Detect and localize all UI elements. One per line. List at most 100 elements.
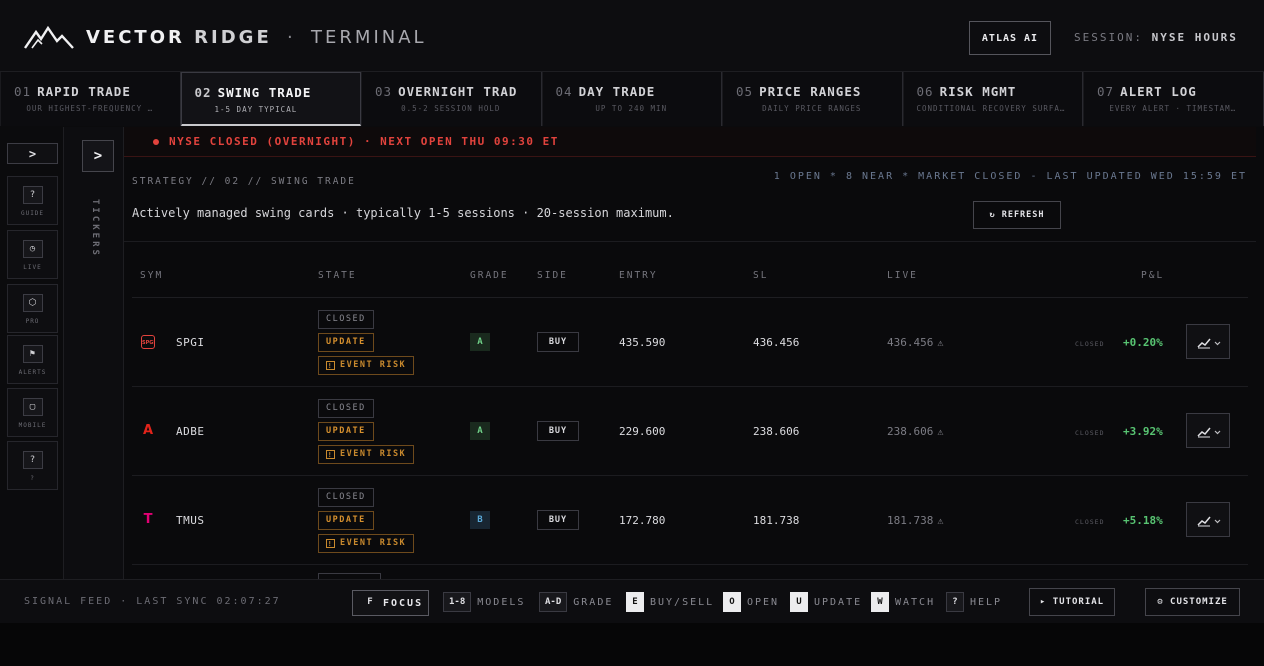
tab-label: RAPID TRADE bbox=[37, 84, 131, 99]
tab-swing-trade[interactable]: 02 SWING TRADE 1-5 DAY TYPICAL bbox=[180, 72, 361, 126]
col-state: STATE bbox=[318, 270, 357, 281]
refresh-label: REFRESH bbox=[1001, 210, 1045, 220]
market-status-banner: NYSE CLOSED (OVERNIGHT) · NEXT OPEN THU … bbox=[124, 127, 1256, 157]
tab-number: 04 bbox=[555, 84, 573, 99]
shortcut-label: WATCH bbox=[895, 596, 936, 608]
row-chart-button[interactable] bbox=[1186, 413, 1230, 448]
brand-separator: · bbox=[287, 27, 296, 48]
shortcut-watch[interactable]: W WATCH bbox=[871, 590, 935, 614]
shortcut-grade[interactable]: A-D GRADE bbox=[539, 590, 613, 614]
brand-title: VECTOR RIDGE · TERMINAL bbox=[86, 27, 427, 48]
row-side: BUY bbox=[537, 421, 579, 441]
tab-rapid-trade[interactable]: 01 RAPID TRADE OUR HIGHEST-FREQUENCY … bbox=[0, 72, 181, 126]
shortcut-help[interactable]: ? HELP bbox=[946, 590, 1002, 614]
warning-icon: ⚠ bbox=[937, 516, 944, 527]
row-state: CLOSED UPDATE ! EVENT RISK bbox=[318, 310, 415, 379]
warning-icon: ⚠ bbox=[937, 338, 944, 349]
brand-word-3: TERMINAL bbox=[311, 27, 427, 48]
col-sym: SYM bbox=[140, 270, 164, 281]
row-state: CLOSED UPDATE ! EVENT RISK bbox=[318, 488, 415, 557]
tab-label: ALERT LOG bbox=[1120, 84, 1197, 99]
shortcut-label: BUY/SELL bbox=[650, 596, 715, 608]
shortcut-open[interactable]: O OPEN bbox=[723, 590, 779, 614]
focus-label: FOCUS bbox=[383, 597, 424, 609]
state-closed-badge: CLOSED bbox=[318, 399, 374, 418]
live-value: 238.606 bbox=[887, 425, 934, 438]
market-status-text: NYSE CLOSED (OVERNIGHT) · NEXT OPEN THU … bbox=[169, 135, 559, 148]
question-icon: ? bbox=[22, 451, 43, 469]
row-chart-button[interactable] bbox=[1186, 324, 1230, 359]
row-pl-status: CLOSED bbox=[1075, 340, 1105, 348]
rail-item-live[interactable]: ◷ LIVE bbox=[7, 230, 58, 279]
tab-number: 01 bbox=[14, 84, 32, 99]
tab-subtitle: 0.5-2 SESSION HOLD bbox=[401, 104, 501, 113]
row-grade: A bbox=[470, 333, 490, 351]
rail-item-mobile[interactable]: ▢ MOBILE bbox=[7, 388, 58, 437]
flag-icon: ⚑ bbox=[22, 345, 43, 363]
shortcut-buy-sell[interactable]: E BUY/SELL bbox=[626, 590, 714, 614]
event-risk-label: EVENT RISK bbox=[340, 360, 407, 370]
tab-overnight-trade[interactable]: 03 OVERNIGHT TRAD 0.5-2 SESSION HOLD bbox=[361, 72, 542, 126]
rail-item-help[interactable]: ? ? bbox=[7, 441, 58, 490]
tab-subtitle: OUR HIGHEST-FREQUENCY … bbox=[26, 104, 154, 113]
row-symbol: ADBE bbox=[176, 425, 205, 438]
exclamation-icon: ! bbox=[326, 361, 335, 370]
shortcut-key: E bbox=[626, 592, 644, 612]
col-live: LIVE bbox=[887, 270, 918, 281]
tmobile-logo-icon: T bbox=[143, 512, 153, 527]
chart-line-icon bbox=[1197, 516, 1221, 527]
rail-item-guide[interactable]: ? GUIDE bbox=[7, 176, 58, 225]
tab-subtitle: 1-5 DAY TYPICAL bbox=[214, 105, 298, 114]
tab-number: 06 bbox=[916, 84, 934, 99]
table-row[interactable]: T TMUS CLOSED UPDATE ! EVENT RISK B BUY 1… bbox=[132, 476, 1248, 565]
brand-word-1: VECTOR bbox=[86, 27, 185, 48]
shortcut-key: O bbox=[723, 592, 741, 612]
table-row[interactable]: SPGI SPGI CLOSED UPDATE ! EVENT RISK A BU… bbox=[132, 298, 1248, 387]
rail-expand-button[interactable]: > bbox=[7, 143, 58, 164]
tab-price-ranges[interactable]: 05 PRICE RANGES DAILY PRICE RANGES bbox=[722, 72, 903, 126]
tab-day-trade[interactable]: 04 DAY TRADE UP TO 240 MIN bbox=[541, 72, 722, 126]
rail-item-label: ALERTS bbox=[18, 369, 47, 376]
row-chart-button[interactable] bbox=[1186, 502, 1230, 537]
clock-icon: ◷ bbox=[22, 240, 43, 258]
row-pl: +0.20% bbox=[1123, 336, 1163, 349]
status-dot-icon bbox=[153, 139, 159, 145]
tutorial-button[interactable]: ▸ TUTORIAL bbox=[1029, 588, 1115, 616]
shortcut-update[interactable]: U UPDATE bbox=[790, 590, 862, 614]
state-event-risk-badge: ! EVENT RISK bbox=[318, 445, 415, 464]
row-entry: 435.590 bbox=[619, 336, 666, 349]
rail-item-label: GUIDE bbox=[20, 210, 45, 217]
tab-label: DAY TRADE bbox=[578, 84, 656, 99]
shortcut-label: OPEN bbox=[747, 596, 780, 608]
atlas-ai-button[interactable]: ATLAS AI bbox=[969, 21, 1051, 55]
tab-alert-log[interactable]: 07 ALERT LOG EVERY ALERT · TIMESTAM… bbox=[1083, 72, 1264, 126]
tab-subtitle: EVERY ALERT · TIMESTAM… bbox=[1109, 104, 1237, 113]
row-pl-status: CLOSED bbox=[1075, 429, 1105, 437]
left-rail: > ? GUIDE ◷ LIVE ⬡ PRO ⚑ ALERTS ▢ MOBILE… bbox=[0, 127, 64, 579]
state-update-badge[interactable]: UPDATE bbox=[318, 333, 374, 352]
state-closed-badge: CLOSED bbox=[318, 310, 374, 329]
focus-mode-button[interactable]: F FOCUS bbox=[352, 590, 429, 616]
tab-risk-mgmt[interactable]: 06 RISK MGMT CONDITIONAL RECOVERY SURFACE bbox=[902, 72, 1083, 126]
tab-label: PRICE RANGES bbox=[759, 84, 862, 99]
tab-number: 03 bbox=[375, 84, 393, 99]
customize-button[interactable]: ⚙ CUSTOMIZE bbox=[1145, 588, 1240, 616]
state-update-badge[interactable]: UPDATE bbox=[318, 511, 374, 530]
state-update-badge[interactable]: UPDATE bbox=[318, 422, 374, 441]
refresh-button[interactable]: ↻ REFRESH bbox=[973, 201, 1061, 229]
shortcut-models[interactable]: 1-8 MODELS bbox=[443, 590, 525, 614]
rail-item-pro[interactable]: ⬡ PRO bbox=[7, 284, 58, 333]
tab-label: OVERNIGHT TRAD bbox=[398, 84, 518, 99]
tickers-expand-button[interactable]: > bbox=[82, 140, 114, 172]
shortcut-key: ? bbox=[946, 592, 964, 612]
col-grade: GRADE bbox=[470, 270, 509, 281]
refresh-icon: ↻ bbox=[989, 210, 996, 220]
session-label: SESSION: bbox=[1074, 31, 1143, 44]
table-row[interactable]: A ADBE CLOSED UPDATE ! EVENT RISK A BUY 2… bbox=[132, 387, 1248, 476]
spgi-logo-icon: SPGI bbox=[141, 335, 155, 349]
rail-item-alerts[interactable]: ⚑ ALERTS bbox=[7, 335, 58, 384]
tab-number: 05 bbox=[736, 84, 754, 99]
row-sl: 436.456 bbox=[753, 336, 800, 349]
exclamation-icon: ! bbox=[326, 539, 335, 548]
summary-status: 1 OPEN * 8 NEAR * MARKET CLOSED - LAST U… bbox=[773, 171, 1247, 182]
